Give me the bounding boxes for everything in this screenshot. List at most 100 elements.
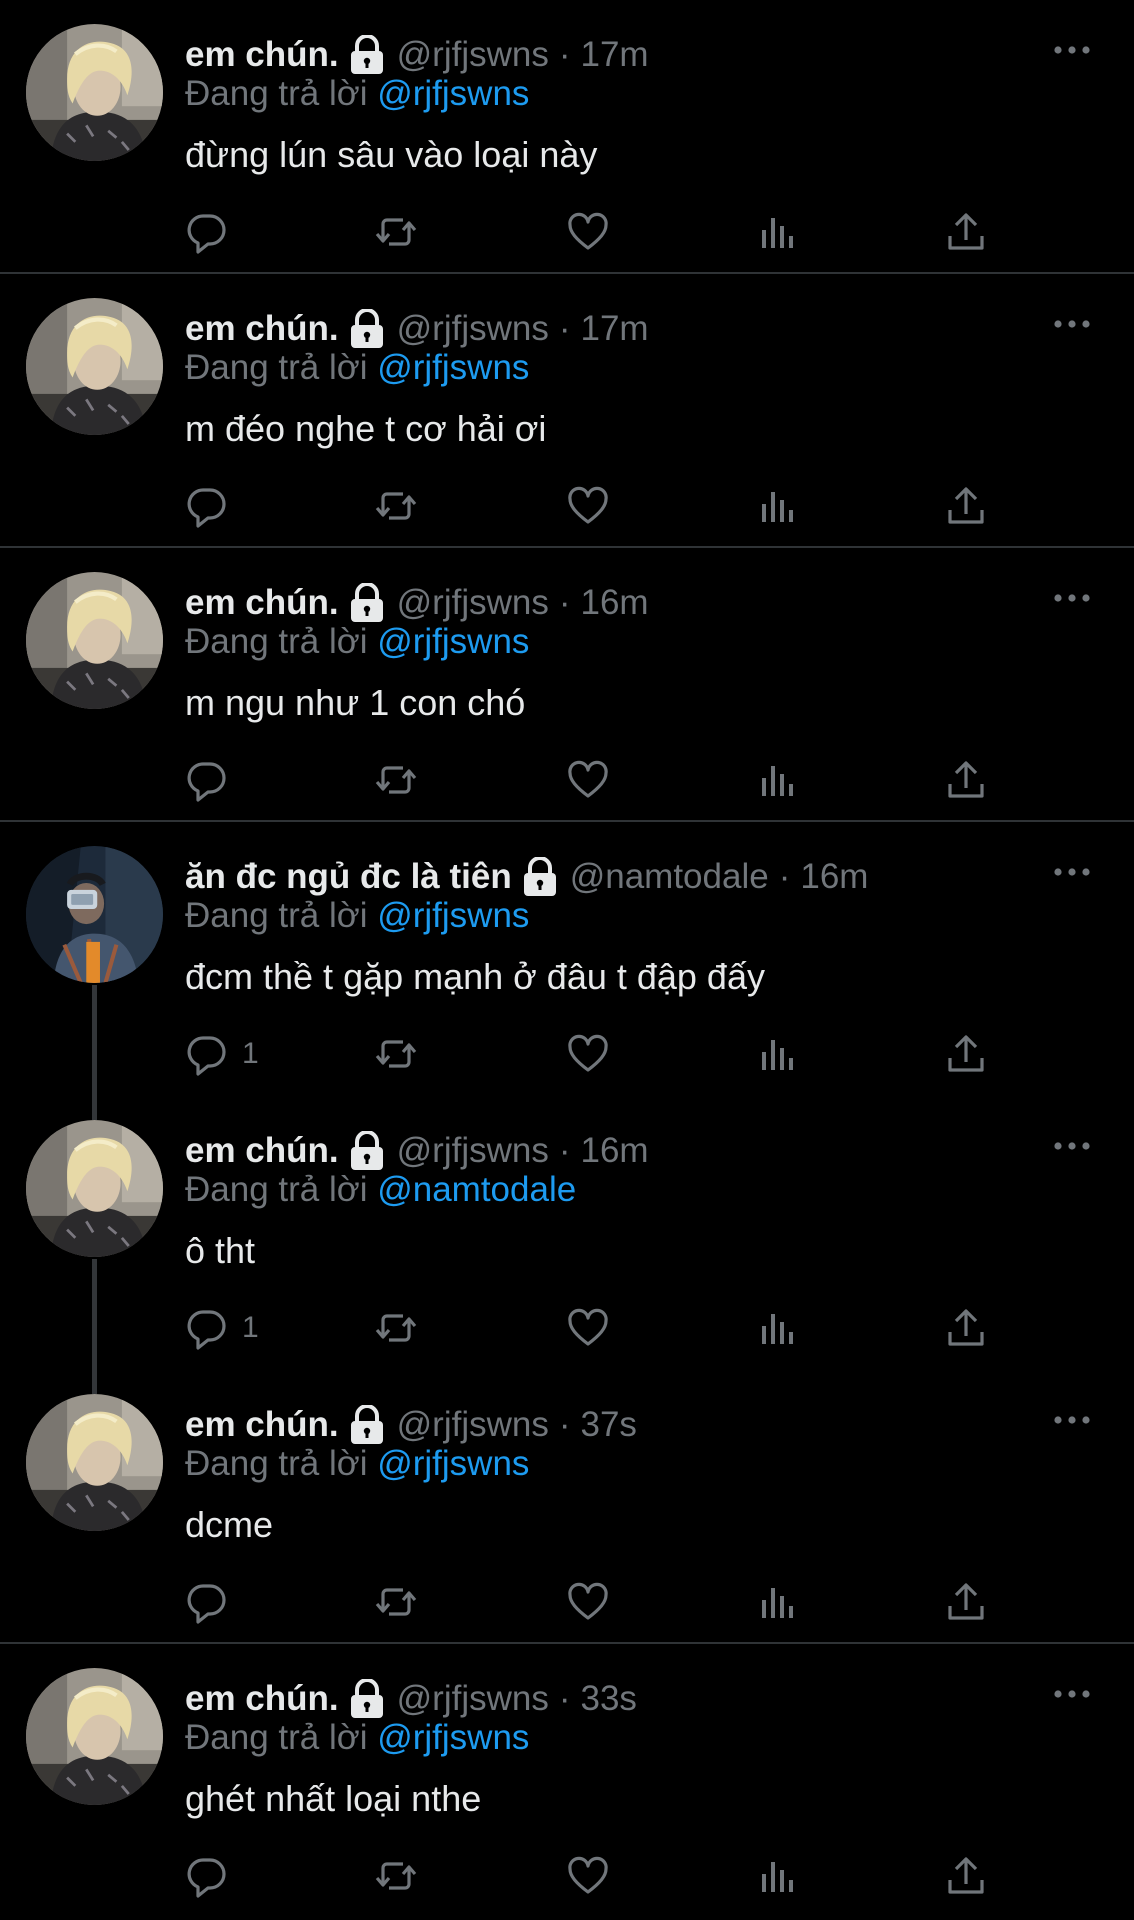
display-name[interactable]: em chún. bbox=[185, 583, 339, 623]
user-handle[interactable]: @namtodale bbox=[570, 857, 769, 897]
retweet-button[interactable] bbox=[374, 1578, 418, 1626]
user-handle[interactable]: @rjfjswns bbox=[397, 1131, 549, 1171]
tweet-3[interactable]: em chún. @rjfjswns · 16m Đang trả lời @r… bbox=[0, 548, 1134, 822]
more-icon[interactable] bbox=[1050, 850, 1094, 894]
display-name[interactable]: em chún. bbox=[185, 1131, 339, 1171]
like-button[interactable] bbox=[566, 1030, 610, 1078]
share-button[interactable] bbox=[944, 1030, 988, 1078]
views-button[interactable] bbox=[756, 1304, 800, 1352]
timestamp[interactable]: 16m bbox=[581, 583, 649, 623]
share-button[interactable] bbox=[944, 482, 988, 530]
blond-avatar[interactable] bbox=[26, 1120, 163, 1257]
replying-to-mention[interactable]: @rjfjswns bbox=[377, 348, 529, 387]
like-button[interactable] bbox=[566, 1304, 610, 1352]
replying-to-mention[interactable]: @rjfjswns bbox=[377, 896, 529, 935]
like-icon bbox=[566, 210, 610, 254]
timestamp[interactable]: 16m bbox=[581, 1131, 649, 1171]
retweet-button[interactable] bbox=[374, 1030, 418, 1078]
views-button[interactable] bbox=[756, 1030, 800, 1078]
retweet-button[interactable] bbox=[374, 756, 418, 804]
timestamp[interactable]: 17m bbox=[581, 309, 649, 349]
tweet-text: ô tht bbox=[185, 1230, 256, 1271]
replying-to: Đang trả lời @namtodale bbox=[185, 1170, 576, 1210]
share-button[interactable] bbox=[944, 1578, 988, 1626]
user-handle[interactable]: @rjfjswns bbox=[397, 309, 549, 349]
share-button[interactable] bbox=[944, 1304, 988, 1352]
more-icon[interactable] bbox=[1050, 28, 1094, 72]
reply-button[interactable] bbox=[184, 756, 242, 804]
retweet-button[interactable] bbox=[374, 208, 418, 256]
user-handle[interactable]: @rjfjswns bbox=[397, 1405, 549, 1445]
blond-avatar[interactable] bbox=[26, 572, 163, 709]
timestamp[interactable]: 37s bbox=[581, 1405, 637, 1445]
like-button[interactable] bbox=[566, 482, 610, 530]
more-icon[interactable] bbox=[1050, 302, 1094, 346]
reply-button[interactable]: 1 bbox=[184, 1304, 259, 1352]
tweet-6[interactable]: em chún. @rjfjswns · 37s Đang trả lời @r… bbox=[0, 1370, 1134, 1644]
blond-avatar-image bbox=[26, 298, 163, 435]
like-button[interactable] bbox=[566, 1852, 610, 1900]
more-icon[interactable] bbox=[1050, 1672, 1094, 1716]
user-handle[interactable]: @rjfjswns bbox=[397, 1679, 549, 1719]
share-button[interactable] bbox=[944, 1852, 988, 1900]
tweet-5[interactable]: em chún. @rjfjswns · 16m Đang trả lời @n… bbox=[0, 1096, 1134, 1394]
replying-to-label: Đang trả lời bbox=[185, 1170, 368, 1209]
tweet-7[interactable]: em chún. @rjfjswns · 33s Đang trả lời @r… bbox=[0, 1644, 1134, 1918]
blond-avatar[interactable] bbox=[26, 1668, 163, 1805]
tweet-4[interactable]: ăn đc ngủ đc là tiên @namtodale · 16m Đa… bbox=[0, 822, 1134, 1120]
views-button[interactable] bbox=[756, 208, 800, 256]
user-handle[interactable]: @rjfjswns bbox=[397, 583, 549, 623]
like-icon bbox=[566, 1854, 610, 1898]
views-button[interactable] bbox=[756, 482, 800, 530]
replying-to-mention[interactable]: @rjfjswns bbox=[377, 622, 529, 661]
more-icon[interactable] bbox=[1050, 576, 1094, 620]
tweet-header: ăn đc ngủ đc là tiên @namtodale · 16m bbox=[185, 852, 868, 902]
tweet-1[interactable]: em chún. @rjfjswns · 17m Đang trả lời @r… bbox=[0, 0, 1134, 274]
reply-icon bbox=[184, 1306, 228, 1350]
reply-count: 1 bbox=[242, 1311, 259, 1344]
like-button[interactable] bbox=[566, 1578, 610, 1626]
more-icon[interactable] bbox=[1050, 1124, 1094, 1168]
retweet-icon bbox=[374, 1854, 418, 1898]
display-name[interactable]: em chún. bbox=[185, 35, 339, 75]
timestamp[interactable]: 33s bbox=[581, 1679, 637, 1719]
retweet-button[interactable] bbox=[374, 1852, 418, 1900]
share-button[interactable] bbox=[944, 208, 988, 256]
views-button[interactable] bbox=[756, 756, 800, 804]
replying-to-mention[interactable]: @namtodale bbox=[377, 1170, 576, 1209]
display-name[interactable]: em chún. bbox=[185, 309, 339, 349]
replying-to-mention[interactable]: @rjfjswns bbox=[377, 1718, 529, 1757]
more-icon[interactable] bbox=[1050, 1398, 1094, 1442]
like-button[interactable] bbox=[566, 208, 610, 256]
tweet-2[interactable]: em chún. @rjfjswns · 17m Đang trả lời @r… bbox=[0, 274, 1134, 548]
separator-dot: · bbox=[558, 1131, 571, 1170]
retweet-button[interactable] bbox=[374, 482, 418, 530]
blond-avatar[interactable] bbox=[26, 1394, 163, 1531]
mirror-selfie-avatar[interactable] bbox=[26, 846, 163, 983]
tweet-header: em chún. @rjfjswns · 33s bbox=[185, 1674, 637, 1724]
display-name[interactable]: ăn đc ngủ đc là tiên bbox=[185, 857, 512, 897]
display-name[interactable]: em chún. bbox=[185, 1405, 339, 1445]
reply-button[interactable]: 1 bbox=[184, 1030, 259, 1078]
reply-button[interactable] bbox=[184, 1578, 242, 1626]
user-handle[interactable]: @rjfjswns bbox=[397, 35, 549, 75]
display-name[interactable]: em chún. bbox=[185, 1679, 339, 1719]
retweet-button[interactable] bbox=[374, 1304, 418, 1352]
timestamp[interactable]: 16m bbox=[800, 857, 868, 897]
replying-to-mention[interactable]: @rjfjswns bbox=[377, 74, 529, 113]
reply-button[interactable] bbox=[184, 1852, 242, 1900]
retweet-icon bbox=[374, 1032, 418, 1076]
reply-button[interactable] bbox=[184, 208, 242, 256]
timestamp[interactable]: 17m bbox=[581, 35, 649, 75]
replying-to-mention[interactable]: @rjfjswns bbox=[377, 1444, 529, 1483]
blond-avatar[interactable] bbox=[26, 298, 163, 435]
views-button[interactable] bbox=[756, 1852, 800, 1900]
tweet-text: dcme bbox=[185, 1504, 274, 1545]
views-button[interactable] bbox=[756, 1578, 800, 1626]
like-button[interactable] bbox=[566, 756, 610, 804]
blond-avatar[interactable] bbox=[26, 24, 163, 161]
share-icon bbox=[944, 758, 988, 802]
share-button[interactable] bbox=[944, 756, 988, 804]
reply-button[interactable] bbox=[184, 482, 242, 530]
replying-to: Đang trả lời @rjfjswns bbox=[185, 896, 529, 936]
